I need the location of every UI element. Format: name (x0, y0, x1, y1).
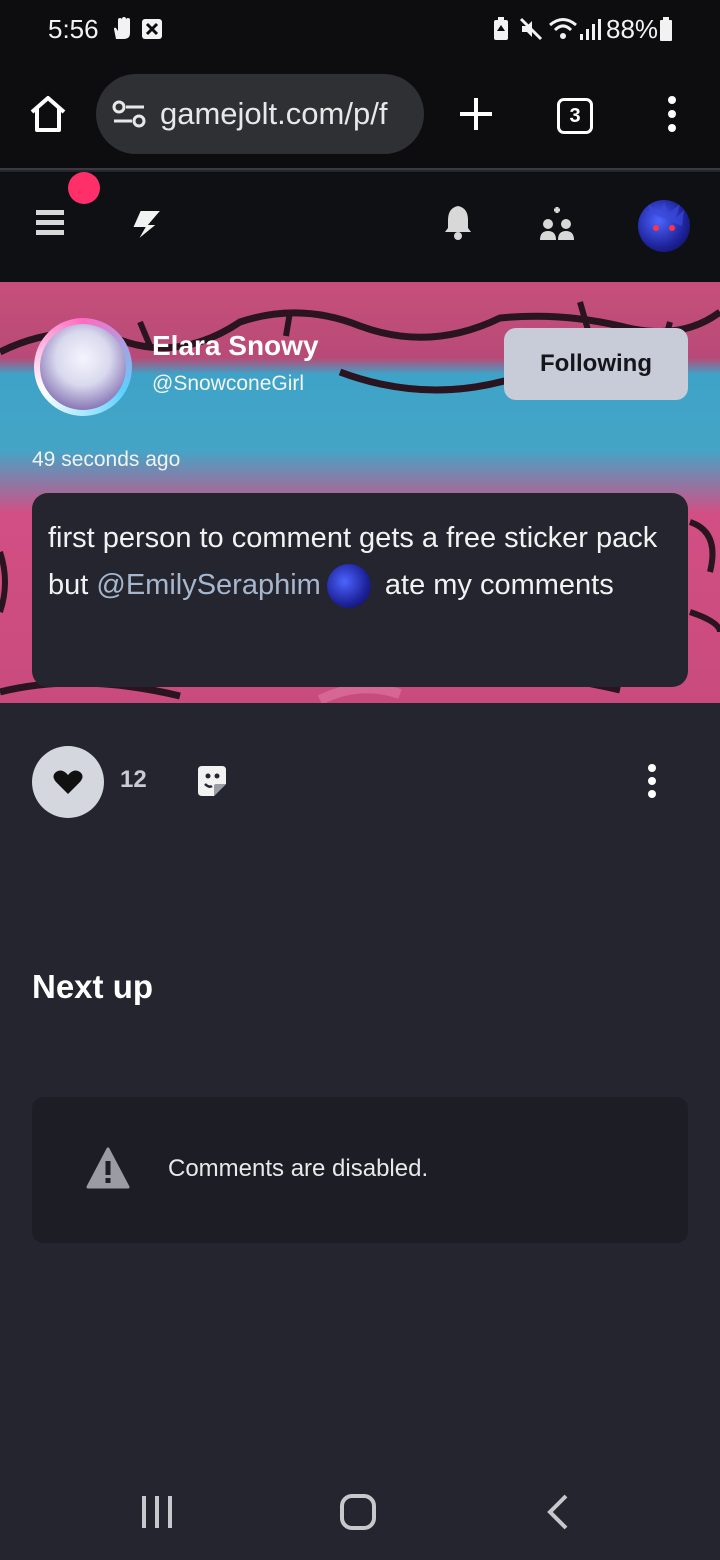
status-bar: 5:56 88% (0, 0, 720, 60)
author-name[interactable]: Elara Snowy (152, 330, 319, 362)
friend-request-icon[interactable] (540, 204, 576, 240)
menu-dots-icon[interactable] (664, 96, 680, 132)
battery-percent: 88% (606, 14, 659, 44)
user-avatar[interactable] (638, 200, 690, 252)
url-text: gamejolt.com/p/f (160, 96, 388, 131)
home-nav-icon[interactable] (340, 1494, 376, 1530)
recent-apps-icon[interactable] (140, 1496, 174, 1528)
post-timestamp: 49 seconds ago (32, 448, 181, 471)
next-up-heading: Next up (32, 968, 154, 1005)
bell-icon[interactable] (444, 204, 472, 240)
site-settings-icon[interactable] (112, 100, 146, 128)
following-button[interactable]: Following (504, 328, 688, 400)
sticker-button[interactable] (196, 764, 228, 798)
comments-disabled-text: Comments are disabled. (168, 1155, 429, 1182)
wifi-icon (548, 16, 578, 42)
post-banner: Elara Snowy @SnowconeGirl Following 49 s… (0, 282, 720, 703)
heart-icon (53, 770, 83, 794)
post-text-end: ate my comments (376, 569, 614, 601)
status-time: 5:56 (48, 14, 99, 44)
battery-icon (658, 16, 674, 42)
author-avatar[interactable] (34, 318, 132, 416)
signal-icon (578, 16, 602, 42)
battery-saver-icon (490, 16, 512, 42)
post-more-options-button[interactable] (640, 764, 664, 798)
author-handle[interactable]: @SnowconeGirl (152, 372, 304, 396)
warning-icon (86, 1147, 130, 1194)
browser-toolbar: gamejolt.com/p/f 3 (0, 60, 720, 170)
mention-avatar[interactable] (326, 564, 371, 609)
comments-disabled-panel: Comments are disabled. (32, 1097, 688, 1243)
notification-dot (68, 172, 100, 204)
site-header (0, 172, 720, 282)
address-bar[interactable]: gamejolt.com/p/f (96, 74, 424, 154)
post-content: first person to comment gets a free stic… (32, 493, 688, 687)
system-navigation-bar (0, 1460, 720, 1560)
gamejolt-logo-icon[interactable] (128, 208, 165, 244)
like-button[interactable] (32, 746, 104, 818)
tab-switcher-button[interactable]: 3 (557, 98, 593, 134)
sticker-icon (198, 766, 226, 796)
mute-icon (518, 16, 544, 42)
home-icon[interactable] (28, 94, 68, 134)
like-count: 12 (120, 766, 147, 793)
hand-icon (110, 16, 134, 42)
back-nav-icon[interactable] (546, 1494, 570, 1530)
hamburger-menu-icon[interactable] (36, 210, 64, 236)
mention-link[interactable]: @EmilySeraphim (96, 569, 320, 601)
close-box-icon (140, 16, 164, 42)
new-tab-icon[interactable] (458, 96, 494, 132)
